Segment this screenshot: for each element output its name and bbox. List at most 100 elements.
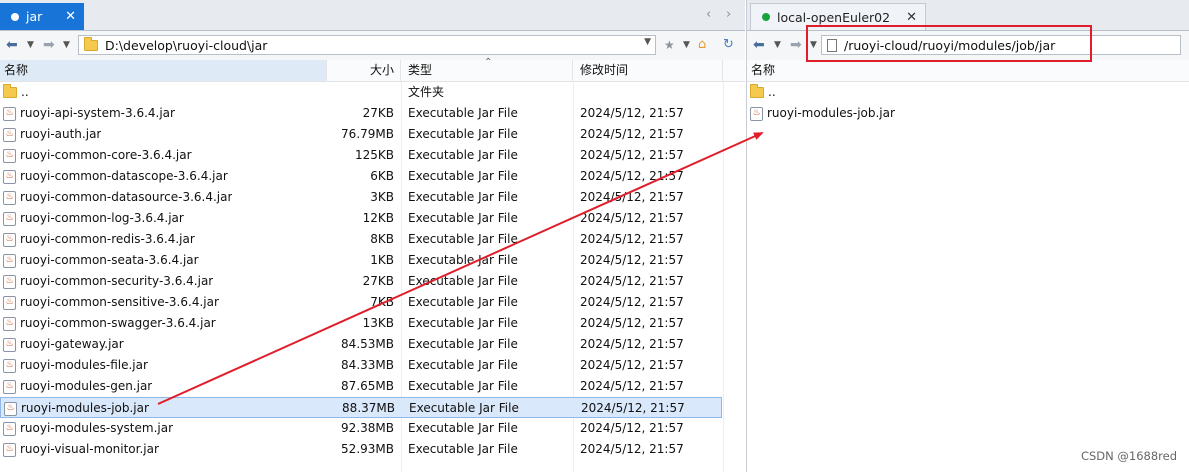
file-row[interactable]: ♨ ruoyi-modules-system.jar 92.38MB Executab… [0, 418, 722, 439]
file-date: 2024/5/12, 21:57 [580, 421, 684, 435]
file-name-cell: ♨ ruoyi-common-swagger-3.6.4.jar [3, 313, 216, 334]
file-name-cell: ♨ ruoyi-modules-gen.jar [3, 376, 152, 397]
file-type: Executable Jar File [408, 127, 518, 141]
file-date: 2024/5/12, 21:57 [580, 106, 684, 120]
file-date [580, 82, 720, 103]
file-name-cell: .. [3, 82, 29, 103]
file-name-cell: ♨ ruoyi-visual-monitor.jar [3, 439, 159, 460]
jar-file-icon: ♨ [3, 274, 16, 289]
folder-icon [84, 36, 98, 51]
file-date: 2024/5/12, 21:57 [580, 127, 684, 141]
tab-status-dot [11, 12, 19, 21]
path-input[interactable]: D:\develop\ruoyi-cloud\jar ▼ [78, 35, 656, 55]
file-name: ruoyi-common-security-3.6.4.jar [20, 274, 214, 288]
file-name-cell: ♨ ruoyi-common-security-3.6.4.jar [3, 271, 213, 292]
file-row[interactable]: ♨ ruoyi-common-datascope-3.6.4.jar 6KB Exec… [0, 166, 722, 187]
folder-icon [3, 84, 17, 98]
file-row[interactable]: ♨ ruoyi-common-log-3.6.4.jar 12KB Executabl… [0, 208, 722, 229]
file-name: ruoyi-modules-file.jar [20, 358, 148, 372]
bookmark-dropdown-icon[interactable]: ▼ [683, 36, 690, 54]
file-row[interactable]: ♨ ruoyi-common-redis-3.6.4.jar 8KB Executab… [0, 229, 722, 250]
close-icon[interactable]: ✕ [906, 10, 917, 25]
remote-path-input[interactable]: /ruoyi-cloud/ruoyi/modules/job/jar [821, 35, 1181, 55]
file-name-cell: ♨ ruoyi-modules-job.jar [4, 398, 149, 419]
column-header-name[interactable]: 名称 [0, 60, 327, 81]
file-size: 87.65MB [341, 379, 394, 393]
jar-file-icon: ♨ [3, 421, 16, 436]
file-row[interactable]: ♨ ruoyi-api-system-3.6.4.jar 27KB Executabl… [0, 103, 722, 124]
file-name-cell: .. [750, 82, 776, 103]
tab-jar[interactable]: jar ✕ [0, 3, 84, 30]
parent-folder-row[interactable]: .. [747, 82, 1187, 103]
file-name: .. [21, 85, 29, 99]
file-name-cell: ♨ ruoyi-api-system-3.6.4.jar [3, 103, 175, 124]
forward-arrow-icon[interactable]: ➡ [43, 36, 55, 54]
connection-status-dot [762, 13, 770, 21]
tab-scroll-right-icon[interactable]: › [726, 7, 731, 22]
file-name: ruoyi-modules-gen.jar [20, 379, 153, 393]
file-date: 2024/5/12, 21:57 [580, 148, 684, 162]
forward-history-dropdown-icon[interactable]: ▼ [810, 36, 817, 54]
file-name: ruoyi-common-datascope-3.6.4.jar [20, 169, 228, 183]
file-date: 2024/5/12, 21:57 [580, 274, 684, 288]
file-row[interactable]: ♨ ruoyi-gateway.jar 84.53MB Executable Jar … [0, 334, 722, 355]
file-row[interactable]: ♨ ruoyi-common-swagger-3.6.4.jar 13KB Execu… [0, 313, 722, 334]
file-type: Executable Jar File [408, 337, 518, 351]
file-date: 2024/5/12, 21:57 [580, 316, 684, 330]
back-arrow-icon[interactable]: ⬅ [6, 36, 18, 54]
right-tab-bar: local-openEuler02 ✕ [747, 0, 1189, 31]
star-icon[interactable]: ★ [664, 36, 675, 54]
file-type: Executable Jar File [408, 148, 518, 162]
column-header-size[interactable]: 大小 [327, 60, 401, 81]
file-row[interactable]: ♨ ruoyi-modules-file.jar 84.33MB Executable… [0, 355, 722, 376]
file-date: 2024/5/12, 21:57 [580, 358, 684, 372]
file-type: Executable Jar File [408, 253, 518, 267]
file-name-cell: ♨ ruoyi-common-sensitive-3.6.4.jar [3, 292, 219, 313]
file-name: ruoyi-auth.jar [20, 127, 102, 141]
file-row[interactable]: ♨ ruoyi-common-datasource-3.6.4.jar 3KB Exe… [0, 187, 722, 208]
forward-arrow-icon[interactable]: ➡ [790, 36, 802, 54]
file-row[interactable]: ♨ ruoyi-modules-gen.jar 87.65MB Executable … [0, 376, 722, 397]
tab-local-openeuler02[interactable]: local-openEuler02 ✕ [750, 3, 926, 30]
file-type: 文件夹 [408, 85, 445, 99]
file-row[interactable]: ♨ ruoyi-auth.jar 76.79MB Executable Jar Fil… [0, 124, 722, 145]
file-type: Executable Jar File [408, 379, 518, 393]
refresh-icon[interactable]: ↻ [723, 36, 734, 54]
file-name: ruoyi-common-core-3.6.4.jar [20, 148, 192, 162]
file-row[interactable]: ♨ ruoyi-visual-monitor.jar 52.93MB Executab… [0, 439, 722, 460]
file-size: 7KB [370, 295, 394, 309]
file-name-cell: ♨ ruoyi-common-datasource-3.6.4.jar [3, 187, 232, 208]
file-name-cell: ♨ ruoyi-modules-job.jar [750, 103, 895, 124]
file-row[interactable]: ♨ ruoyi-modules-job.jar 88.37MB Executable … [0, 397, 722, 418]
remote-file-pane: local-openEuler02 ✕ ⬅ ▼ ➡ ▼ /ruoyi-cloud… [746, 0, 1189, 472]
file-date: 2024/5/12, 21:57 [580, 442, 684, 456]
home-icon[interactable]: ⌂ [698, 36, 706, 54]
file-size: 84.33MB [341, 358, 394, 372]
back-history-dropdown-icon[interactable]: ▼ [27, 36, 34, 54]
file-name: ruoyi-visual-monitor.jar [20, 442, 159, 456]
file-size: 3KB [370, 190, 394, 204]
tab-label: jar [26, 9, 43, 24]
file-date: 2024/5/12, 21:57 [580, 253, 684, 267]
file-row[interactable]: ♨ ruoyi-common-sensitive-3.6.4.jar 7KB Exec… [0, 292, 722, 313]
column-divider [723, 82, 724, 472]
file-size: 27KB [362, 274, 394, 288]
file-row[interactable]: ♨ ruoyi-common-core-3.6.4.jar 125KB Executa… [0, 145, 722, 166]
column-header-name[interactable]: 名称 [747, 60, 1189, 81]
file-name-cell: ♨ ruoyi-modules-file.jar [3, 355, 148, 376]
file-row[interactable]: ♨ ruoyi-common-security-3.6.4.jar 27KB Exec… [0, 271, 722, 292]
file-date: 2024/5/12, 21:57 [581, 401, 685, 415]
parent-folder-row[interactable]: .. 文件夹 [0, 82, 722, 103]
jar-file-icon: ♨ [3, 358, 16, 373]
chevron-down-icon[interactable]: ▼ [644, 37, 651, 47]
back-history-dropdown-icon[interactable]: ▼ [774, 36, 781, 54]
file-name-cell: ♨ ruoyi-common-redis-3.6.4.jar [3, 229, 195, 250]
close-icon[interactable]: ✕ [65, 9, 76, 24]
back-arrow-icon[interactable]: ⬅ [753, 36, 765, 54]
column-header-date[interactable]: 修改时间 [573, 60, 723, 81]
file-row[interactable]: ♨ ruoyi-common-seata-3.6.4.jar 1KB Executab… [0, 250, 722, 271]
forward-history-dropdown-icon[interactable]: ▼ [63, 36, 70, 54]
file-row[interactable]: ♨ ruoyi-modules-job.jar [747, 103, 1187, 124]
left-nav-bar: ⬅ ▼ ➡ ▼ D:\develop\ruoyi-cloud\jar ▼ ★ ▼… [0, 31, 745, 61]
tab-scroll-left-icon[interactable]: ‹ [706, 7, 711, 22]
